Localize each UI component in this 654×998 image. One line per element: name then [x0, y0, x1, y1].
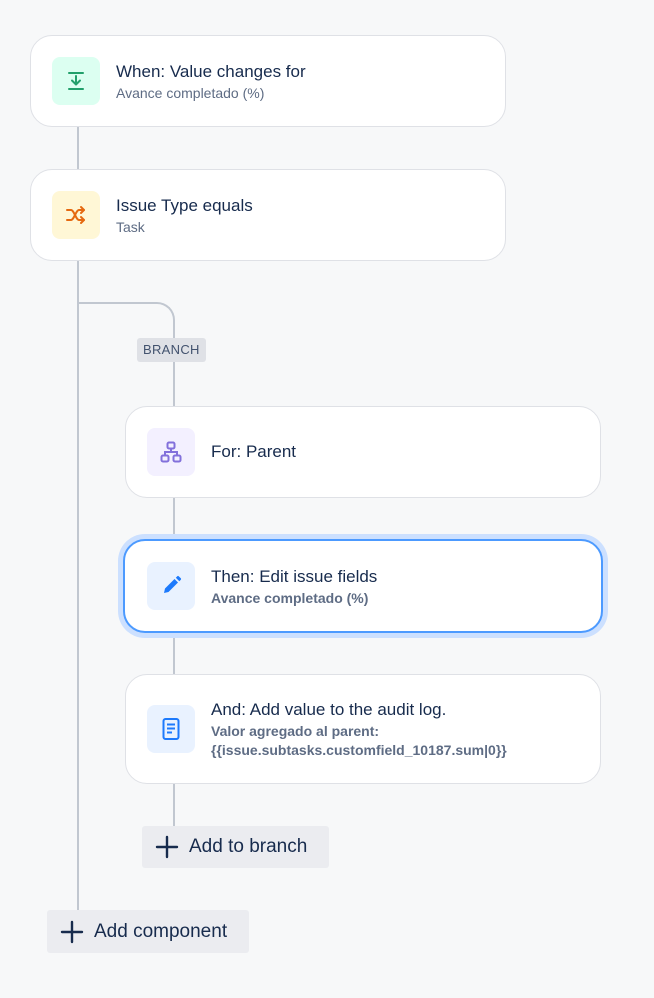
branch-for-card[interactable]: For: Parent: [125, 406, 601, 498]
branch-label: BRANCH: [137, 338, 206, 362]
trigger-card[interactable]: When: Value changes for Avance completad…: [30, 35, 506, 127]
audit-log-subtitle-line2: {{issue.subtasks.customfield_10187.sum|0…: [211, 742, 507, 758]
branch-connector-curve: [78, 302, 175, 342]
trigger-subtitle: Avance completado (%): [116, 84, 265, 101]
audit-log-action-card[interactable]: And: Add value to the audit log. Valor a…: [125, 674, 601, 784]
add-component-button[interactable]: Add component: [47, 910, 249, 953]
condition-title: Issue Type equals: [116, 195, 253, 215]
download-icon: [52, 57, 100, 105]
plus-icon: [155, 835, 179, 859]
hierarchy-icon: [147, 428, 195, 476]
condition-subtitle: Task: [116, 218, 145, 235]
document-icon: [147, 705, 195, 753]
edit-issue-subtitle: Avance completado (%): [211, 589, 369, 606]
rule-builder-canvas: When: Value changes for Avance completad…: [0, 0, 654, 998]
pencil-icon: [147, 562, 195, 610]
condition-card[interactable]: Issue Type equals Task: [30, 169, 506, 261]
add-to-branch-button[interactable]: Add to branch: [142, 826, 329, 868]
add-to-branch-label: Add to branch: [189, 836, 308, 857]
trigger-title: When: Value changes for: [116, 61, 306, 81]
edit-issue-title: Then: Edit issue fields: [211, 566, 378, 586]
branch-for-title: For: Parent: [211, 442, 297, 461]
audit-log-title: And: Add value to the audit log.: [211, 700, 447, 719]
shuffle-icon: [52, 191, 100, 239]
edit-issue-action-card[interactable]: Then: Edit issue fields Avance completad…: [123, 539, 603, 633]
plus-icon: [60, 920, 84, 944]
add-component-label: Add component: [94, 920, 228, 942]
audit-log-subtitle-line1: Valor agregado al parent:: [211, 723, 380, 739]
